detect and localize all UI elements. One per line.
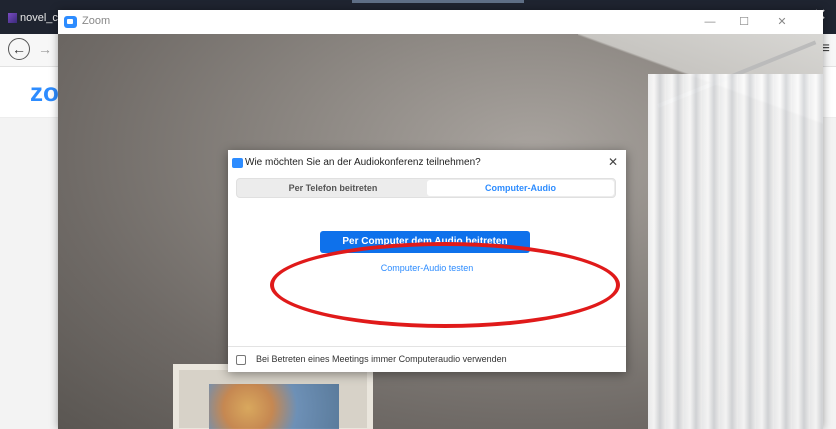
browser-tab-title: novel_c <box>20 12 58 24</box>
tab-computer-audio[interactable]: Computer-Audio <box>427 180 614 196</box>
back-arrow-icon[interactable]: ← <box>8 38 30 60</box>
tab-favicon-icon <box>8 13 17 23</box>
dialog-divider <box>228 346 626 347</box>
zoom-site-logo[interactable]: zo <box>30 77 59 108</box>
dialog-title: Wie möchten Sie an der Audiokonferenz te… <box>245 157 481 168</box>
audio-tab-bar: Per Telefon beitreten Computer-Audio <box>236 178 616 198</box>
wall-picture-art <box>209 384 339 429</box>
window-close-icon[interactable]: ✕ <box>772 13 792 31</box>
dialog-close-icon[interactable]: ✕ <box>608 155 618 169</box>
browser-top-accent <box>352 0 524 3</box>
tab-phone-join[interactable]: Per Telefon beitreten <box>239 180 427 196</box>
red-highlight-ellipse <box>270 242 620 328</box>
zoom-logo-icon <box>64 16 77 28</box>
auto-computer-audio-checkbox[interactable] <box>236 355 246 365</box>
zoom-logo-icon <box>232 158 243 168</box>
curtain <box>648 74 823 429</box>
minimize-icon[interactable]: — <box>700 13 720 31</box>
zoom-window-title: Zoom <box>82 15 111 27</box>
wall-picture <box>173 364 373 429</box>
forward-arrow-icon[interactable]: → <box>38 38 52 60</box>
maximize-icon[interactable]: ☐ <box>734 13 754 31</box>
zoom-window: Zoom — ☐ ✕ Wie möchten Sie an der Audiok… <box>58 10 823 429</box>
auto-computer-audio-label[interactable]: Bei Betreten eines Meetings immer Comput… <box>256 354 507 364</box>
zoom-titlebar: Zoom — ☐ ✕ <box>58 10 823 34</box>
